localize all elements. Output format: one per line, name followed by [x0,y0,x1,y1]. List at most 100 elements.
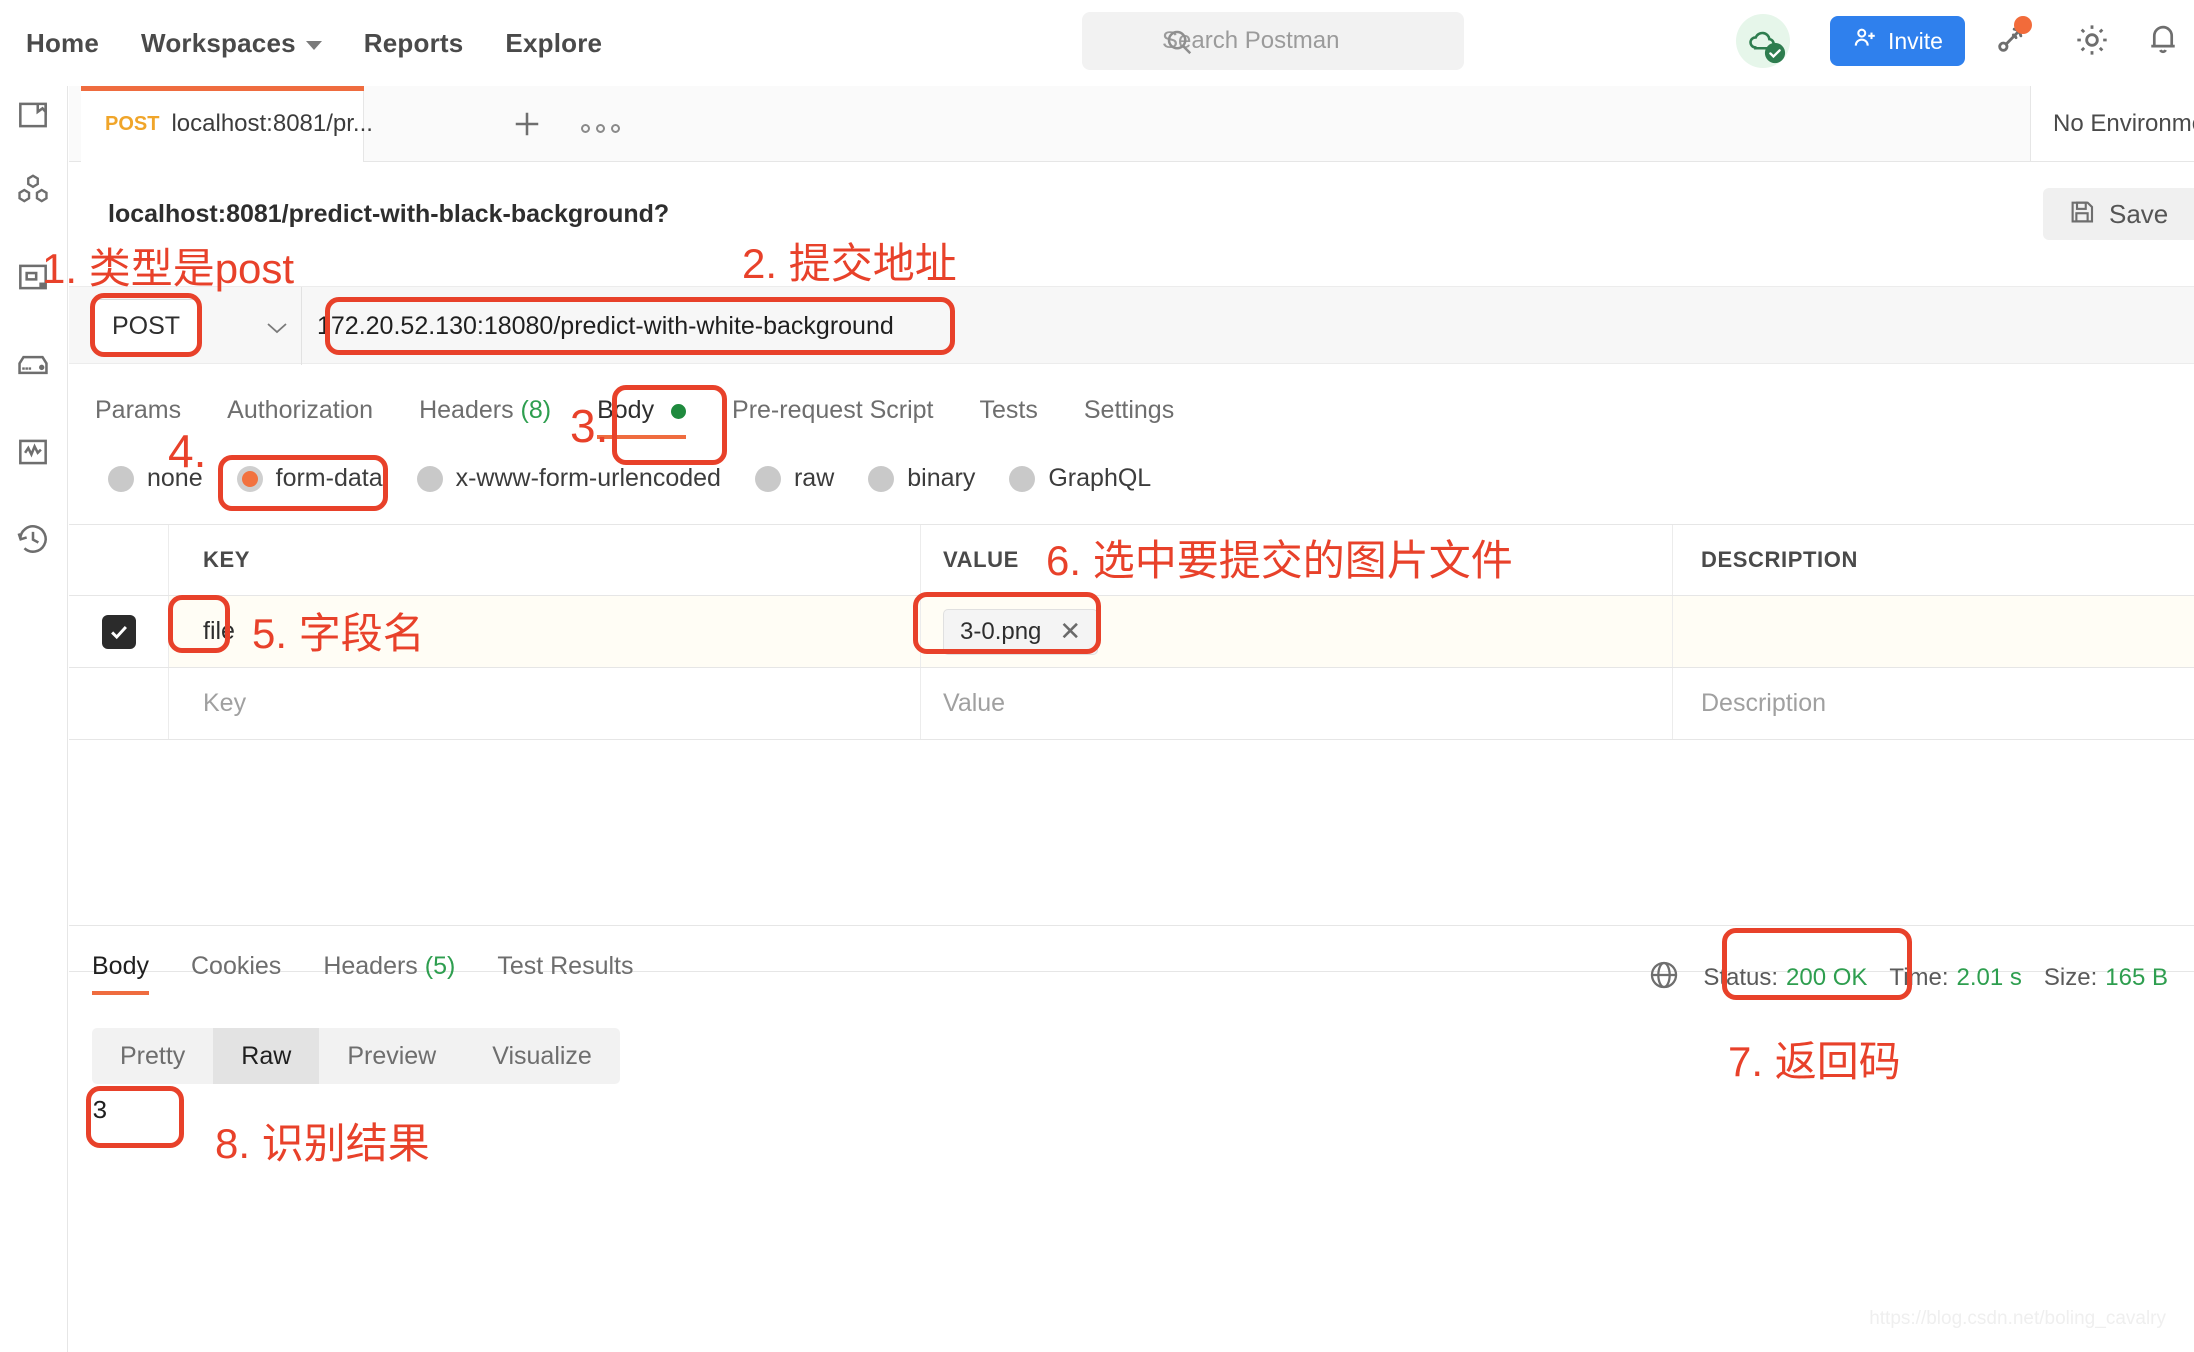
sidebar-item-collections[interactable] [14,96,54,136]
response-tab-test-results-label: Test Results [497,952,634,980]
search-input[interactable]: Search Postman [1082,12,1464,70]
watermark-text: https://blog.csdn.net/boling_cavalry [1869,1308,2166,1329]
sidebar-item-mock-servers[interactable] [14,346,54,386]
method-chevron-down-icon[interactable] [265,321,289,340]
response-tab-cookies[interactable]: Cookies [191,952,281,995]
time-value: 2.01 s [1956,963,2022,991]
tab-tests[interactable]: Tests [980,396,1038,439]
nav-home[interactable]: Home [26,28,99,59]
view-pretty[interactable]: Pretty [92,1028,213,1084]
mock-server-icon [14,355,52,388]
body-type-urlencoded[interactable]: x-www-form-urlencoded [416,464,721,493]
bell-icon[interactable] [2144,20,2182,63]
nav-explore[interactable]: Explore [505,28,602,59]
view-visualize-label: Visualize [492,1041,592,1070]
view-preview-label: Preview [347,1041,437,1070]
body-type-form-data[interactable]: form-data [236,464,383,493]
table-row-empty[interactable]: Key Value Description [69,668,2194,740]
collections-folder-icon [14,102,52,138]
body-type-urlencoded-label: x-www-form-urlencoded [455,464,721,492]
tab-pre-request-script[interactable]: Pre-request Script [732,396,933,439]
tab-body[interactable]: Body [597,396,687,439]
annotation-5-text: 5. 字段名 [252,610,425,657]
tab-headers-count: (8) [520,396,552,424]
value-placeholder[interactable]: Value [943,689,1005,718]
http-method-selector[interactable]: POST [92,299,200,353]
app-header: Home Workspaces Reports Explore Search P… [0,0,2194,86]
annotation-3-text: 3. [570,400,609,452]
cloud-sync-ok-icon[interactable] [1736,14,1790,68]
sidebar-item-history[interactable] [14,520,54,560]
request-tab[interactable]: POST localhost:8081/pr... [81,86,373,162]
response-view-switcher: Pretty Raw Preview Visualize [92,1028,620,1084]
description-placeholder[interactable]: Description [1701,689,1826,718]
more-horizontal-icon[interactable] [581,124,620,133]
invite-label: Invite [1888,27,1943,54]
remove-file-icon[interactable]: ✕ [1059,616,1081,647]
body-type-raw[interactable]: raw [754,464,835,493]
request-section-tabs: Params Authorization Headers (8) Body Pr… [95,396,1174,439]
row-enabled-checkbox[interactable] [101,614,136,649]
sidebar-item-monitors[interactable] [14,433,54,473]
nav-workspaces-label: Workspaces [141,27,296,58]
new-tab-button[interactable] [509,106,545,147]
radio-selected-icon [236,465,263,492]
selected-file-chip[interactable]: 3-0.png ✕ [943,608,1099,655]
view-pretty-label: Pretty [120,1041,186,1070]
response-tab-body-label: Body [92,952,149,980]
invite-button[interactable]: Invite [1830,16,1965,66]
view-preview[interactable]: Preview [319,1028,464,1084]
radio-icon [108,465,134,492]
time-label: Time: [1889,963,1949,991]
nav-workspaces[interactable]: Workspaces [141,28,322,59]
response-tab-headers[interactable]: Headers (5) [323,952,455,995]
body-type-binary-label: binary [907,464,976,492]
request-tab-strip: POST localhost:8081/pr... No Environme [69,86,2194,162]
response-tab-headers-count: (5) [424,952,456,980]
annotation-6-text: 6. 选中要提交的图片文件 [1046,537,1513,584]
key-placeholder[interactable]: Key [203,689,246,718]
tab-authorization[interactable]: Authorization [227,396,373,439]
annotation-1-text: 1. 类型是post [42,245,295,292]
body-type-raw-label: raw [793,464,835,492]
view-raw[interactable]: Raw [213,1028,320,1084]
body-present-dot-icon [671,403,687,419]
response-tab-cookies-label: Cookies [190,952,282,980]
tab-headers[interactable]: Headers (8) [419,396,551,439]
status-label: Status: [1703,963,1779,991]
chevron-down-icon [305,40,322,50]
column-header-description: DESCRIPTION [1701,547,1858,572]
form-data-table: KEY VALUE DESCRIPTION file 3-0.png ✕ Key… [69,524,2194,972]
response-meta-bar: Status: 200 OK Time: 2.01 s Size: 165 B [1647,958,2168,997]
sidebar-item-apis[interactable] [14,171,54,211]
selected-file-name: 3-0.png [960,617,1042,645]
nav-reports[interactable]: Reports [364,28,464,59]
body-type-graphql[interactable]: GraphQL [1009,464,1151,493]
tab-settings[interactable]: Settings [1084,396,1174,439]
tab-settings-label: Settings [1083,396,1175,424]
globe-icon[interactable] [1647,958,1681,997]
broadcast-icon[interactable] [1990,16,2032,65]
body-type-graphql-label: GraphQL [1048,464,1152,492]
view-visualize[interactable]: Visualize [464,1028,620,1084]
table-empty-space [69,740,2194,972]
gear-icon[interactable] [2072,20,2112,65]
save-button[interactable]: Save [2043,188,2194,240]
annotation-7-text: 7. 返回码 [1728,1038,1901,1085]
annotation-2-text: 2. 提交地址 [742,240,957,287]
body-type-binary[interactable]: binary [868,464,975,493]
monitor-pulse-icon [14,439,52,475]
response-tab-body[interactable]: Body [92,952,149,995]
tab-pre-request-script-label: Pre-request Script [732,396,934,424]
request-breadcrumb-title: localhost:8081/predict-with-black-backgr… [108,200,670,228]
header-cell-check [69,525,169,595]
environment-selector[interactable]: No Environme [2030,86,2194,161]
tab-params-label: Params [95,396,182,424]
history-clock-icon [14,525,52,562]
view-raw-label: Raw [241,1041,292,1070]
row-key-value[interactable]: file [203,617,235,646]
response-tab-test-results[interactable]: Test Results [497,952,633,995]
row-checkbox-cell-empty [69,668,169,739]
radio-icon [868,465,895,492]
url-input[interactable] [317,301,2177,351]
